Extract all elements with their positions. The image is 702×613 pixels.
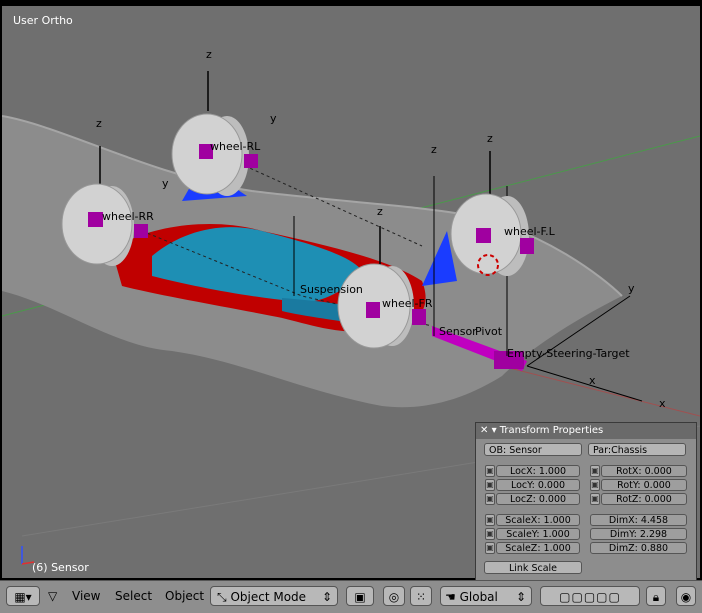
- panel-header[interactable]: ✕ ▾ Transform Properties: [476, 423, 696, 439]
- menu-collapse-icon[interactable]: ▽: [48, 586, 62, 606]
- manipulator-icon[interactable]: ⁙: [410, 586, 432, 606]
- label-empty-steering-target: Empty-Steering-Target: [507, 347, 630, 360]
- menu-object[interactable]: Object: [165, 586, 204, 606]
- orientation-dropdown[interactable]: ☚ Global ⇕: [440, 586, 532, 606]
- shading-dropdown[interactable]: ▣: [346, 586, 374, 606]
- pivot-icon[interactable]: ◎: [383, 586, 405, 606]
- axis-label-x: x: [589, 374, 596, 387]
- axis-label-y: y: [628, 282, 635, 295]
- mode-value: Object Mode: [230, 590, 307, 604]
- axis-label-z: z: [431, 143, 437, 156]
- chevron-updown-icon: ⇕: [515, 590, 526, 604]
- rot-z-field[interactable]: RotZ: 0.000: [601, 493, 687, 505]
- label-pivot: Pivot: [475, 325, 503, 338]
- axis-label-z: z: [96, 117, 102, 130]
- mode-dropdown[interactable]: ⤡ Object Mode ⇕: [210, 586, 338, 606]
- lock-icon[interactable]: ▣: [485, 465, 495, 477]
- link-scale-button[interactable]: Link Scale: [484, 561, 582, 574]
- orientation-value: Global: [459, 590, 498, 604]
- scale-z-field[interactable]: ScaleZ: 1.000: [496, 542, 580, 554]
- label-wheel-fl: wheel-F.L: [504, 225, 555, 238]
- close-icon[interactable]: ✕: [480, 425, 488, 436]
- label-wheel-rr: wheel-RR: [102, 210, 154, 223]
- dim-z-field[interactable]: DimZ: 0.880: [590, 542, 687, 554]
- axis-label-y: y: [162, 177, 169, 190]
- wheel-rl: [171, 113, 258, 196]
- rot-y-field[interactable]: RotY: 0.000: [601, 479, 687, 491]
- 3d-view-header: ▦▾ ▽ View Select Object ⤡ Object Mode ⇕ …: [0, 580, 702, 613]
- loc-z-field[interactable]: LocZ: 0.000: [496, 493, 580, 505]
- object-name-field[interactable]: OB: Sensor: [484, 443, 582, 456]
- axis-label-z: z: [206, 48, 212, 61]
- axis-label-x: x: [659, 397, 666, 410]
- lock-icon[interactable]: ▣: [590, 493, 600, 505]
- collapse-triangle-icon[interactable]: ▾: [492, 425, 497, 436]
- parent-field[interactable]: Par:Chassis: [588, 443, 686, 456]
- panel-title: Transform Properties: [499, 425, 604, 436]
- label-wheel-rl: wheel-RL: [210, 140, 261, 153]
- lock-icon[interactable]: ▣: [485, 479, 495, 491]
- lock-icon[interactable]: ▣: [590, 465, 600, 477]
- menu-select[interactable]: Select: [115, 586, 152, 606]
- loc-y-field[interactable]: LocY: 0.000: [496, 479, 580, 491]
- object-mode-icon: ⤡: [217, 590, 227, 604]
- render-icon[interactable]: ◉: [676, 586, 696, 606]
- lock-icon[interactable]: ▣: [590, 479, 600, 491]
- axis-x-target: [526, 365, 643, 402]
- menu-view[interactable]: View: [72, 586, 100, 606]
- view-name: User Ortho: [13, 14, 73, 27]
- editor-type-icon[interactable]: ▦▾: [6, 586, 40, 606]
- label-wheel-fr: wheel-FR: [382, 297, 433, 310]
- loc-x-field[interactable]: LocX: 1.000: [496, 465, 580, 477]
- scale-x-field[interactable]: ScaleX: 1.000: [496, 514, 580, 526]
- chevron-updown-icon: ⇕: [321, 590, 332, 604]
- lock-icon[interactable]: 🔒︎: [646, 586, 666, 606]
- rot-x-field[interactable]: RotX: 0.000: [601, 465, 687, 477]
- label-suspension: Suspension: [300, 283, 363, 296]
- axis-label-y: y: [270, 112, 277, 125]
- transform-properties-panel: ✕ ▾ Transform Properties OB: Sensor Par:…: [475, 422, 697, 582]
- lock-icon[interactable]: ▣: [485, 493, 495, 505]
- layer-buttons[interactable]: ▢▢▢▢▢: [540, 586, 640, 606]
- scale-y-field[interactable]: ScaleY: 1.000: [496, 528, 580, 540]
- axis-label-z: z: [487, 132, 493, 145]
- lock-icon[interactable]: ▣: [485, 542, 495, 554]
- label-sensor: Sensor: [439, 325, 477, 338]
- hand-icon: ☚: [445, 590, 456, 604]
- axis-label-z: z: [377, 205, 383, 218]
- dim-y-field[interactable]: DimY: 2.298: [590, 528, 687, 540]
- status-text: (6) Sensor: [32, 561, 89, 574]
- dim-x-field[interactable]: DimX: 4.458: [590, 514, 687, 526]
- lock-icon[interactable]: ▣: [485, 514, 495, 526]
- lock-icon[interactable]: ▣: [485, 528, 495, 540]
